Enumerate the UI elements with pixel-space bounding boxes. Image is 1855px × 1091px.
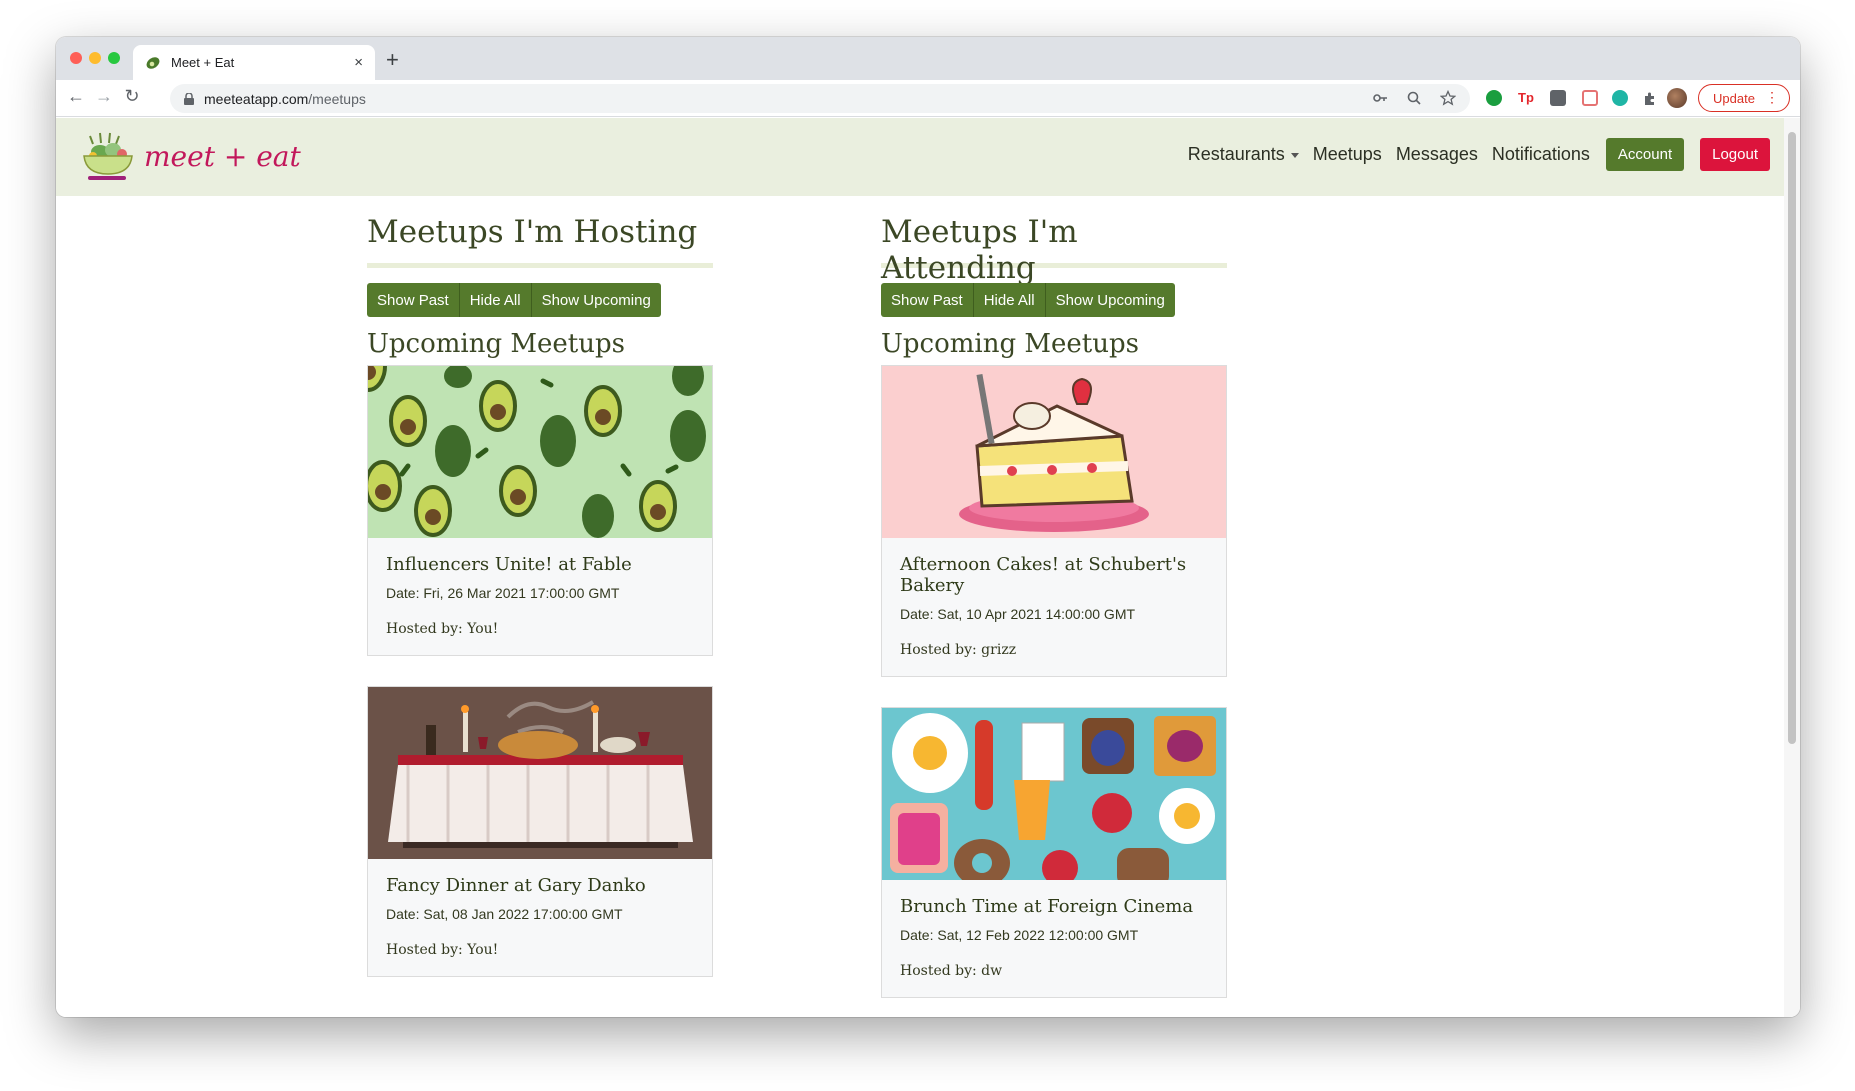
show-upcoming-button[interactable]: Show Upcoming xyxy=(531,283,661,317)
tab-title: Meet + Eat xyxy=(171,55,235,70)
zoom-icon[interactable] xyxy=(1406,90,1422,106)
show-past-button[interactable]: Show Past xyxy=(881,283,974,317)
site-logo[interactable]: meet + eat xyxy=(80,130,301,182)
new-tab-button[interactable]: + xyxy=(386,47,399,73)
menu-dots-icon[interactable]: ⋮ xyxy=(1765,89,1779,106)
meetup-date: Date: Sat, 10 Apr 2021 14:00:00 GMT xyxy=(900,606,1136,622)
teal-extension-icon[interactable] xyxy=(1612,90,1628,106)
meetup-card[interactable]: Fancy Dinner at Gary Danko Date: Sat, 08… xyxy=(367,686,713,977)
browser-toolbar: ← → ↻ meeteatapp.com/meetups Tp Update ⋮ xyxy=(56,80,1800,117)
nav-restaurants-label: Restaurants xyxy=(1187,144,1285,164)
browser-tab[interactable]: Meet + Eat × xyxy=(133,45,375,80)
hide-all-button[interactable]: Hide All xyxy=(973,283,1046,317)
back-arrow-icon[interactable]: ← xyxy=(64,86,88,107)
maximize-window-button[interactable] xyxy=(108,52,120,64)
cake-slice-image xyxy=(882,366,1226,538)
bookmark-star-icon[interactable] xyxy=(1440,90,1456,106)
profile-avatar[interactable] xyxy=(1667,88,1687,108)
attending-title: Meetups I'm Attending xyxy=(881,214,1078,286)
tab-strip: Meet + Eat × + xyxy=(56,37,1800,80)
page-scrollbar[interactable] xyxy=(1784,118,1800,1017)
banquet-table-image xyxy=(368,687,712,859)
url-host: meeteatapp.com xyxy=(204,90,309,107)
caret-down-icon xyxy=(1290,152,1299,158)
meetup-card[interactable]: Afternoon Cakes! at Schubert's Bakery Da… xyxy=(881,365,1227,677)
address-bar[interactable]: meeteatapp.com/meetups xyxy=(170,84,1470,113)
facebook-extension-icon[interactable] xyxy=(1550,90,1566,106)
site-navbar: meet + eat Restaurants Meetups Messages … xyxy=(56,118,1784,196)
hosting-filter-group: Show Past Hide All Show Upcoming xyxy=(367,283,661,317)
tp-extension-icon[interactable]: Tp xyxy=(1518,90,1534,106)
extensions-puzzle-icon[interactable] xyxy=(1642,90,1658,106)
salad-bowl-logo-icon xyxy=(83,132,133,180)
puzzle-red-extension-icon[interactable] xyxy=(1582,90,1598,106)
meetup-date: Date: Sat, 12 Feb 2022 12:00:00 GMT xyxy=(900,927,1139,943)
lock-icon xyxy=(184,92,194,105)
url-path: /meetups xyxy=(308,90,366,107)
hosting-title: Meetups I'm Hosting xyxy=(367,214,698,250)
account-button[interactable]: Account xyxy=(1605,138,1685,171)
meetup-title[interactable]: Afternoon Cakes! at Schubert's Bakery xyxy=(900,554,1208,596)
nav-messages[interactable]: Messages xyxy=(1396,144,1478,165)
avocado-pattern-image xyxy=(368,366,712,538)
nav-links: Restaurants Meetups Messages Notificatio… xyxy=(1188,138,1770,171)
meetup-date: Date: Sat, 08 Jan 2022 17:00:00 GMT xyxy=(386,906,623,922)
meetup-title[interactable]: Influencers Unite! at Fable xyxy=(386,554,694,575)
meetup-title[interactable]: Brunch Time at Foreign Cinema xyxy=(900,896,1208,917)
avocado-favicon-icon xyxy=(146,56,160,69)
browser-window: Meet + Eat × + ← → ↻ meeteatapp.com/meet… xyxy=(56,37,1800,1017)
update-button[interactable]: Update ⋮ xyxy=(1698,84,1790,112)
key-icon[interactable] xyxy=(1372,90,1388,106)
hosting-column: Meetups I'm Hosting Show Past Hide All S… xyxy=(367,196,713,1007)
meetup-date: Date: Fri, 26 Mar 2021 17:00:00 GMT xyxy=(386,585,620,601)
upcoming-section-title: Upcoming Meetups xyxy=(367,329,625,359)
show-upcoming-button[interactable]: Show Upcoming xyxy=(1045,283,1175,317)
nav-notifications[interactable]: Notifications xyxy=(1492,144,1590,165)
meetup-host: Hosted by: You! xyxy=(386,942,499,958)
forward-arrow-icon[interactable]: → xyxy=(92,86,116,107)
meetup-card[interactable]: Brunch Time at Foreign Cinema Date: Sat,… xyxy=(881,707,1227,998)
meetup-host: Hosted by: dw xyxy=(900,963,1003,979)
close-window-button[interactable] xyxy=(70,52,82,64)
meetup-host: Hosted by: You! xyxy=(386,621,499,637)
tab-close-icon[interactable]: × xyxy=(354,54,363,71)
hide-all-button[interactable]: Hide All xyxy=(459,283,532,317)
meetup-card[interactable]: Influencers Unite! at Fable Date: Fri, 2… xyxy=(367,365,713,656)
logo-text: meet + eat xyxy=(144,139,301,173)
meetup-host: Hosted by: grizz xyxy=(900,642,1017,658)
nav-restaurants-dropdown[interactable]: Restaurants xyxy=(1188,144,1299,165)
upcoming-section-title: Upcoming Meetups xyxy=(881,329,1139,359)
meetup-title[interactable]: Fancy Dinner at Gary Danko xyxy=(386,875,694,896)
title-divider xyxy=(367,263,713,268)
update-label: Update xyxy=(1713,90,1755,106)
evernote-extension-icon[interactable] xyxy=(1486,90,1502,106)
nav-meetups[interactable]: Meetups xyxy=(1313,144,1382,165)
logout-button[interactable]: Logout xyxy=(1700,138,1770,171)
attending-column: Meetups I'm Attending Show Past Hide All… xyxy=(881,196,1227,1017)
minimize-window-button[interactable] xyxy=(89,52,101,64)
reload-icon[interactable]: ↻ xyxy=(120,86,144,107)
attending-filter-group: Show Past Hide All Show Upcoming xyxy=(881,283,1175,317)
show-past-button[interactable]: Show Past xyxy=(367,283,460,317)
web-page: meet + eat Restaurants Meetups Messages … xyxy=(56,118,1800,1017)
breakfast-pattern-image xyxy=(882,708,1226,880)
scrollbar-thumb[interactable] xyxy=(1788,132,1796,744)
